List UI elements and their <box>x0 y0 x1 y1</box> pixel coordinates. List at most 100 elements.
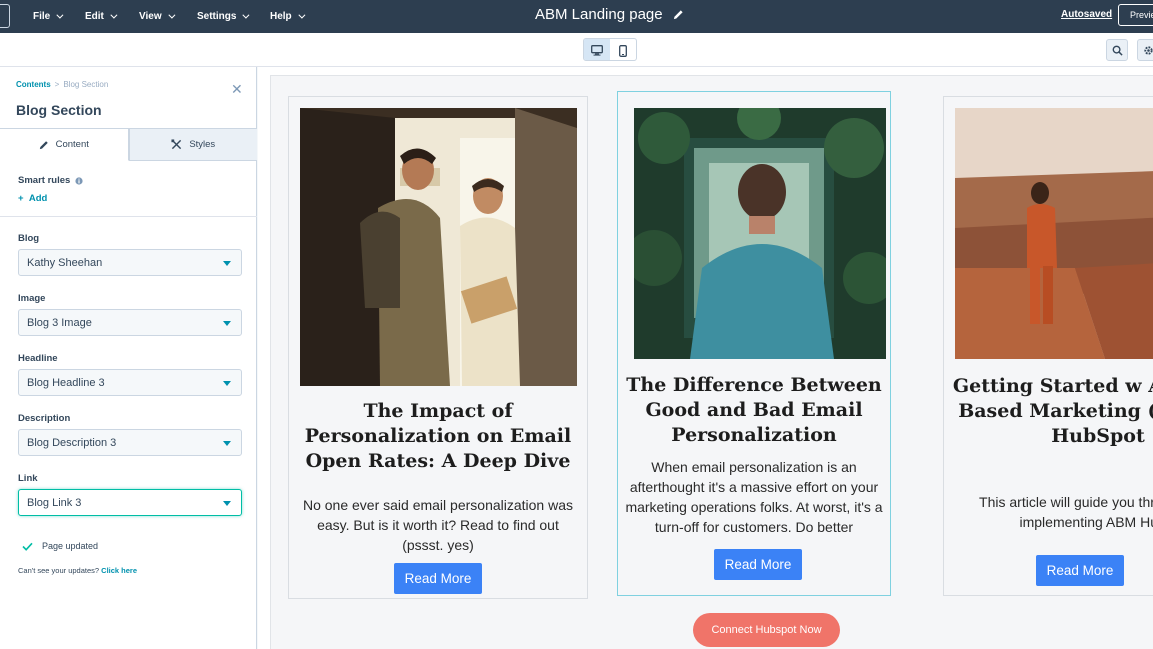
menu-file[interactable]: File <box>33 0 64 33</box>
read-more-button[interactable]: Read More <box>714 549 802 580</box>
field-label-description: Description <box>18 413 71 424</box>
chevron-down-icon <box>242 11 250 19</box>
mobile-view-button[interactable] <box>610 39 636 60</box>
tab-styles-label: Styles <box>189 139 216 150</box>
autosaved-link[interactable]: Autosaved <box>1061 9 1112 20</box>
click-here-link[interactable]: Click here <box>101 566 137 575</box>
blog-card[interactable]: The Difference Between Good and Bad Emai… <box>617 91 891 596</box>
field-label-headline: Headline <box>18 353 58 364</box>
blog-card-image <box>955 108 1153 359</box>
image-select[interactable]: Blog 3 Image <box>18 309 242 336</box>
close-icon[interactable]: ✕ <box>231 81 243 98</box>
back-button[interactable] <box>0 4 10 28</box>
chevron-down-icon <box>298 11 306 19</box>
search-button[interactable] <box>1106 39 1128 61</box>
document-title-text: ABM Landing page <box>535 6 663 23</box>
image-select-value: Blog 3 Image <box>27 317 92 329</box>
pencil-icon <box>39 140 48 149</box>
blog-card[interactable]: Getting Started w Account-Based Marketin… <box>943 96 1153 596</box>
blog-card-image <box>300 108 577 386</box>
field-label-image: Image <box>18 293 46 304</box>
blog-section-module[interactable]: The Impact of Personalization on Email O… <box>270 75 1153 649</box>
read-more-button[interactable]: Read More <box>1036 555 1124 586</box>
checkmark-icon <box>22 542 33 551</box>
sidebar-tabs: Content Styles <box>0 128 257 161</box>
caret-down-icon <box>223 381 231 386</box>
breadcrumb-current: Blog Section <box>63 80 109 89</box>
menu-edit-label: Edit <box>85 11 104 22</box>
caret-down-icon <box>223 441 231 446</box>
headline-select-value: Blog Headline 3 <box>27 377 105 389</box>
connect-hubspot-button[interactable]: Connect Hubspot Now <box>693 613 840 647</box>
cant-see-updates: Can't see your updates? Click here <box>18 566 137 575</box>
field-label-blog: Blog <box>18 233 40 244</box>
description-select[interactable]: Blog Description 3 <box>18 429 242 456</box>
blog-card-title: The Impact of Personalization on Email O… <box>304 400 572 472</box>
field-label-link: Link <box>18 473 38 484</box>
mobile-icon <box>619 44 627 57</box>
divider <box>0 216 257 217</box>
blog-card-title: Getting Started w Account-Based Marketin… <box>952 375 1153 447</box>
breadcrumb-separator: > <box>54 80 60 89</box>
gear-icon <box>1143 45 1153 55</box>
desktop-icon <box>591 45 603 56</box>
device-toggle <box>583 38 637 61</box>
caret-down-icon <box>223 261 231 266</box>
blog-card-image <box>634 108 886 359</box>
tab-styles[interactable]: Styles <box>128 128 257 161</box>
menu-help-label: Help <box>270 11 292 22</box>
styles-icon <box>171 139 182 150</box>
blog-select-value: Kathy Sheehan <box>27 257 103 269</box>
page-updated-text: Page updated <box>42 541 99 551</box>
caret-down-icon <box>223 321 231 326</box>
menu-file-label: File <box>33 11 51 22</box>
breadcrumb: Contents > Blog Section <box>16 80 108 89</box>
link-select-value: Blog Link 3 <box>27 497 82 509</box>
blog-card-title: The Difference Between Good and Bad Emai… <box>626 374 882 446</box>
chevron-down-icon <box>167 11 176 19</box>
menu-view-label: View <box>139 11 162 22</box>
add-smart-rule-link[interactable]: + Add <box>18 193 47 204</box>
sidebar-title: Blog Section <box>16 102 102 118</box>
page-updated-status: Page updated <box>22 541 98 551</box>
document-title[interactable]: ABM Landing page <box>535 6 684 23</box>
blog-card-description: When email personalization is an afterth… <box>625 459 883 535</box>
plus-icon: + <box>18 193 24 204</box>
info-icon[interactable] <box>75 176 83 185</box>
link-select[interactable]: Blog Link 3 <box>18 489 242 516</box>
menu-settings-label: Settings <box>197 11 237 22</box>
menu-view[interactable]: View <box>139 0 176 33</box>
blog-card-description: No one ever said email personalization w… <box>302 497 574 553</box>
tab-content-label: Content <box>55 139 89 150</box>
preview-button[interactable]: Previe <box>1118 4 1153 26</box>
chevron-down-icon <box>110 11 118 19</box>
menu-settings[interactable]: Settings <box>197 0 250 33</box>
search-icon <box>1112 45 1123 56</box>
breadcrumb-contents-link[interactable]: Contents <box>16 80 51 89</box>
blog-card[interactable]: The Impact of Personalization on Email O… <box>288 96 588 599</box>
read-more-button[interactable]: Read More <box>394 563 482 594</box>
blog-select[interactable]: Kathy Sheehan <box>18 249 242 276</box>
settings-button[interactable] <box>1137 39 1153 61</box>
pencil-icon[interactable] <box>673 9 684 20</box>
tab-content[interactable]: Content <box>0 128 129 161</box>
top-navigation-bar: File Edit View Settings Help ABM Landing… <box>0 0 1153 33</box>
blog-card-description: This article will guide you throu proces… <box>979 494 1153 530</box>
blog-image-doorway <box>300 108 577 386</box>
caret-down-icon <box>223 501 231 506</box>
page-preview-canvas: The Impact of Personalization on Email O… <box>258 67 1153 649</box>
description-select-value: Blog Description 3 <box>27 437 117 449</box>
cant-see-text: Can't see your updates? <box>18 566 100 575</box>
chevron-down-icon <box>56 11 64 19</box>
smart-rules-label: Smart rules <box>18 175 83 186</box>
menu-help[interactable]: Help <box>270 0 306 33</box>
smart-rules-text: Smart rules <box>18 175 71 186</box>
menu-edit[interactable]: Edit <box>85 0 118 33</box>
desktop-view-button[interactable] <box>584 39 610 60</box>
add-label: Add <box>28 193 48 204</box>
editor-toolbar <box>0 33 1153 67</box>
headline-select[interactable]: Blog Headline 3 <box>18 369 242 396</box>
blog-image-canyon <box>955 108 1153 359</box>
blog-image-jungle-window <box>634 108 886 359</box>
editor-sidebar: Contents > Blog Section ✕ Blog Section Con… <box>0 67 257 649</box>
